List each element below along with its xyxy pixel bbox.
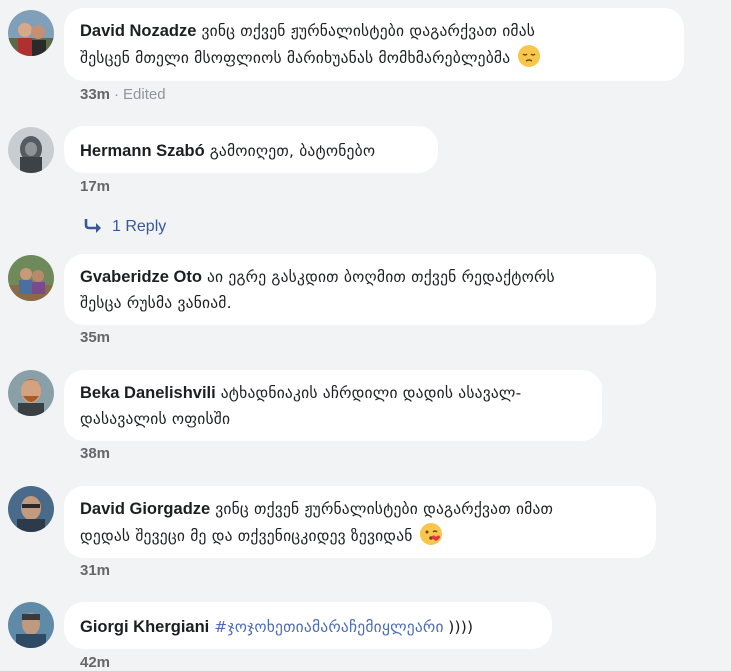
comment-text: ვინც თქვენ ჟურნალისტები დაგარქვათ იმას bbox=[201, 22, 536, 40]
avatar-photo-icon bbox=[8, 370, 54, 416]
comment-bubble: David Giorgadze ვინც თქვენ ჟურნალისტები დ… bbox=[64, 486, 656, 558]
comment-meta: 17m bbox=[80, 178, 110, 195]
comment-text: შესცა რუსმა ვანიამ. bbox=[80, 294, 232, 312]
avatar[interactable] bbox=[8, 255, 54, 301]
comment-bubble: Gvaberidze Oto აი ეგრე გასკდით ბოღმით თქვ… bbox=[64, 254, 656, 325]
reply-arrow-icon bbox=[84, 217, 104, 238]
comment-text: დედას შევეცი მე და თქვენიცკიდევ ზევიდან bbox=[80, 527, 413, 545]
comment-author[interactable]: Hermann Szabó bbox=[80, 142, 205, 160]
comment-timestamp[interactable]: 31m bbox=[80, 562, 110, 579]
comment-author[interactable]: Beka Danelishvili bbox=[80, 384, 216, 402]
comment-timestamp[interactable]: 17m bbox=[80, 178, 110, 195]
comment-meta: 42m bbox=[80, 654, 110, 671]
comment-bubble: David Nozadze ვინც თქვენ ჟურნალისტები დაგ… bbox=[64, 8, 684, 81]
comment-text: აი ეგრე გასკდით ბოღმით თქვენ რედაქტორს bbox=[206, 268, 555, 286]
comment-timestamp[interactable]: 33m bbox=[80, 86, 110, 103]
avatar-photo-icon bbox=[8, 255, 54, 301]
avatar-photo-icon bbox=[8, 602, 54, 648]
comment-text: ვინც თქვენ ჟურნალისტები დაგარქვათ იმათ bbox=[215, 500, 554, 518]
comment-meta: 35m bbox=[80, 329, 110, 346]
comment-author[interactable]: Gvaberidze Oto bbox=[80, 268, 202, 286]
comment-meta: 33m · Edited bbox=[80, 86, 166, 103]
comment-meta: 31m bbox=[80, 562, 110, 579]
comment-bubble: Hermann Szabó გამოიღეთ, ბატონებო bbox=[64, 126, 438, 173]
comment-timestamp[interactable]: 35m bbox=[80, 329, 110, 346]
avatar[interactable] bbox=[8, 602, 54, 648]
avatar[interactable] bbox=[8, 370, 54, 416]
kissing-face-icon bbox=[419, 522, 443, 546]
avatar[interactable] bbox=[8, 10, 54, 56]
avatar-photo-icon bbox=[8, 10, 54, 56]
avatar-photo-icon bbox=[8, 127, 54, 173]
comment-meta: 38m bbox=[80, 445, 110, 462]
edited-label[interactable]: Edited bbox=[123, 86, 166, 103]
comment-text: დასავალის ოფისში bbox=[80, 410, 231, 428]
pensive-face-icon bbox=[517, 44, 541, 68]
comment-bubble: Beka Danelishvili ატხადნიაკის აჩრდილი დად… bbox=[64, 370, 602, 441]
comment-author[interactable]: David Giorgadze bbox=[80, 500, 210, 518]
comment-timestamp[interactable]: 42m bbox=[80, 654, 110, 671]
comment-timestamp[interactable]: 38m bbox=[80, 445, 110, 462]
comment-text: )))) bbox=[448, 618, 474, 636]
avatar[interactable] bbox=[8, 486, 54, 532]
reply-count-label[interactable]: 1 Reply bbox=[112, 218, 166, 235]
hashtag-link[interactable]: #ჯოჯოხეთიამარაჩემიყლეარი bbox=[214, 618, 443, 636]
comment-author[interactable]: David Nozadze bbox=[80, 22, 196, 40]
comment-text: შესცენ მთელი მსოფლიოს მარიხუანას მომხმარ… bbox=[80, 49, 511, 67]
comment-author[interactable]: Giorgi Khergiani bbox=[80, 618, 209, 636]
comment-text: გამოიღეთ, ბატონებო bbox=[209, 142, 376, 160]
comment-bubble: Giorgi Khergiani #ჯოჯოხეთიამარაჩემიყლეარი… bbox=[64, 602, 552, 649]
avatar-photo-icon bbox=[8, 486, 54, 532]
separator-dot: · bbox=[114, 86, 120, 103]
view-replies-link[interactable]: 1 Reply bbox=[84, 217, 166, 238]
comment-text: ატხადნიაკის აჩრდილი დადის ასავალ- bbox=[220, 384, 522, 402]
avatar[interactable] bbox=[8, 127, 54, 173]
